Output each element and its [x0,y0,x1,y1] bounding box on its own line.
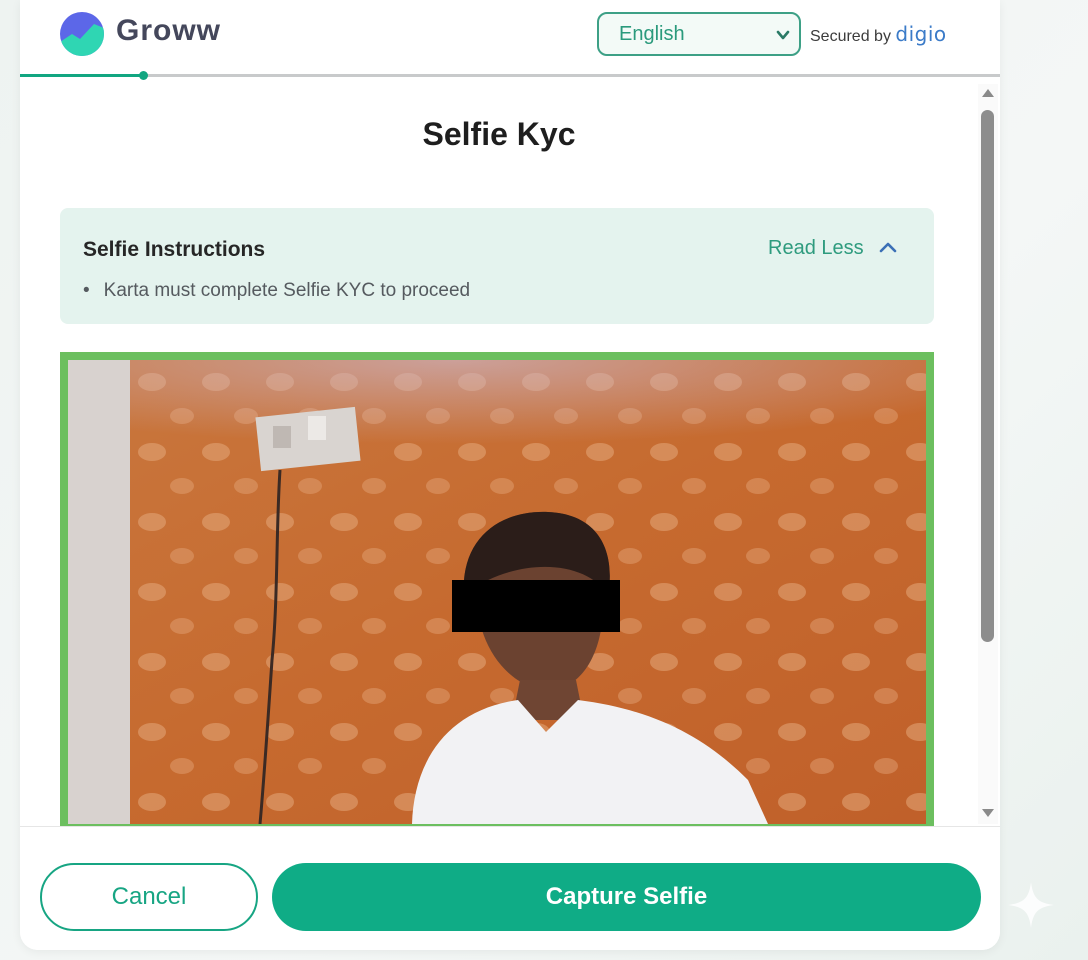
header: Groww English Secured by digio [20,0,1000,76]
read-less-toggle[interactable]: Read Less [768,237,898,260]
chevron-up-icon [878,237,898,260]
kyc-card: Groww English Secured by digio Selfie Ky… [20,0,1000,950]
bullet-icon: • [83,280,90,301]
instructions-title: Selfie Instructions [83,238,266,261]
language-select-value: English [619,22,685,45]
redaction-bar [452,580,620,632]
secured-by: Secured by digio [810,22,947,46]
instruction-text: Karta must complete Selfie KYC to procee… [103,280,471,301]
instruction-item: • Karta must complete Selfie KYC to proce… [83,280,470,302]
scroll-up-arrow-icon[interactable] [980,86,996,104]
groww-logo-icon [60,12,104,56]
progress-dot [139,71,148,80]
capture-selfie-button[interactable]: Capture Selfie [272,863,981,931]
brand-name: Groww [116,14,222,47]
scroll-down-arrow-icon[interactable] [980,806,996,824]
sparkle-icon [1006,880,1056,935]
cancel-button[interactable]: Cancel [40,863,258,931]
read-less-label: Read Less [768,237,864,259]
instructions-panel: Selfie Instructions Read Less • Karta mus… [60,208,934,324]
secured-by-label: Secured by [810,28,891,45]
progress-track [20,74,1000,77]
page-title: Selfie Kyc [422,116,576,152]
footer-actions: Cancel Capture Selfie [20,826,1000,950]
camera-feed-image [68,360,926,824]
chevron-down-icon [775,26,791,42]
digio-logo: digio [895,22,947,46]
scrollbar-thumb[interactable] [981,110,994,642]
progress-fill [20,74,143,77]
language-select[interactable]: English [597,12,801,56]
camera-preview [60,352,934,832]
